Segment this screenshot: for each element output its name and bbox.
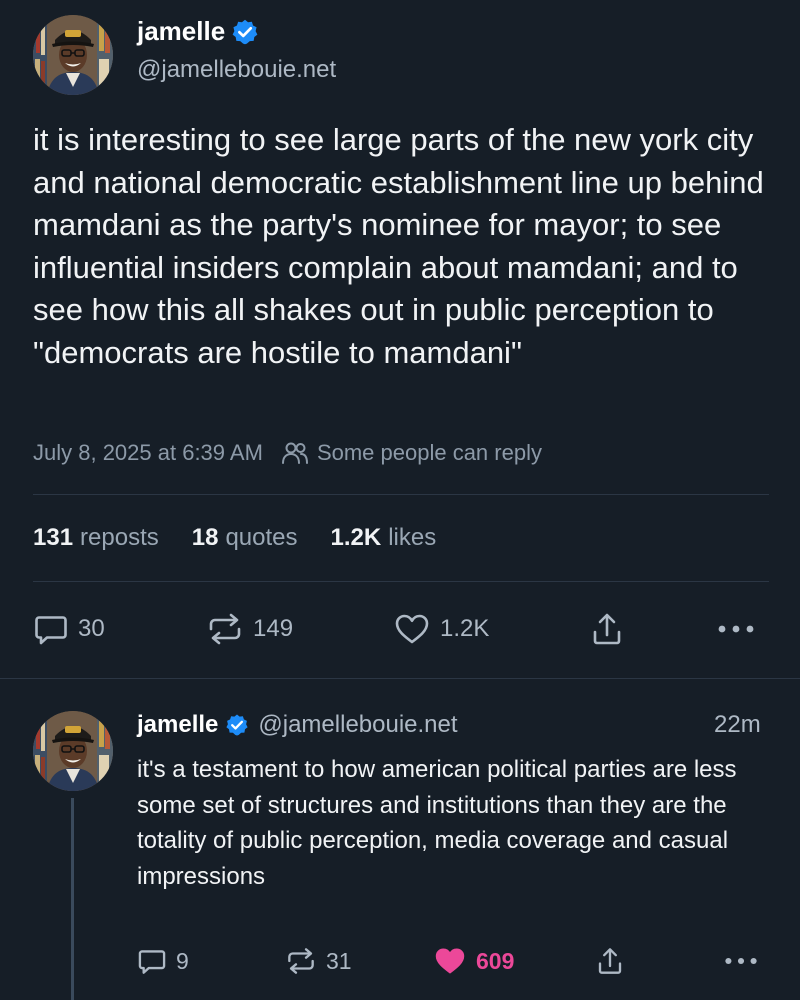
reply-reply-count: 9 <box>176 947 189 974</box>
reply-action-bar: 9 31 609 <box>137 942 773 980</box>
post-meta: July 8, 2025 at 6:39 AM Some people can … <box>33 440 542 466</box>
thread-connector-line <box>71 798 74 1000</box>
share-button[interactable] <box>589 606 625 652</box>
repost-arrows-icon <box>209 613 241 645</box>
divider <box>33 494 769 495</box>
author-handle[interactable]: @jamellebouie.net <box>137 56 336 84</box>
likes-count: 1.2K <box>330 524 382 551</box>
share-icon <box>593 613 621 645</box>
more-dots-icon <box>718 625 754 633</box>
quotes-label: quotes <box>225 524 298 551</box>
more-options-button[interactable] <box>716 606 756 652</box>
reply-count: 30 <box>78 615 105 642</box>
verified-badge-icon[interactable] <box>231 17 259 46</box>
post-text: it is interesting to see large parts of … <box>33 122 764 370</box>
speech-bubble-icon <box>138 950 166 974</box>
repost-count: 149 <box>253 615 294 642</box>
author-name[interactable]: jamelle <box>137 16 225 47</box>
reply-author-name[interactable]: jamelle <box>137 711 218 739</box>
author-name-row[interactable]: jamelle <box>137 16 259 47</box>
more-dots-icon <box>725 957 757 965</box>
reply-header: jamelle @jamellebouie.net <box>137 711 458 739</box>
engagement-stats: 131 reposts 18 quotes 1.2K likes <box>33 524 469 552</box>
people-icon <box>281 442 308 464</box>
reply-repost-count: 31 <box>326 947 352 974</box>
reposts-stat[interactable]: 131 reposts <box>33 524 159 552</box>
reply-timestamp[interactable]: 22m <box>714 711 761 739</box>
reply-button[interactable]: 30 <box>33 606 105 652</box>
divider <box>33 581 769 582</box>
reply-setting[interactable]: Some people can reply <box>317 440 542 466</box>
verified-badge-icon[interactable] <box>225 713 250 737</box>
likes-stat[interactable]: 1.2K likes <box>331 524 437 552</box>
post-timestamp[interactable]: July 8, 2025 at 6:39 AM <box>33 440 263 466</box>
reply-author-avatar[interactable] <box>33 711 113 791</box>
reply-author-handle[interactable]: @jamellebouie.net <box>258 711 457 739</box>
author-avatar[interactable] <box>33 15 113 95</box>
repost-arrows-icon <box>288 948 314 974</box>
repost-button[interactable]: 149 <box>206 606 293 652</box>
post-action-bar: 30 149 1.2K <box>33 606 773 652</box>
like-button[interactable]: 1.2K <box>393 606 489 652</box>
reply-text: it's a testament to how american politic… <box>137 756 737 890</box>
reply-share-button[interactable] <box>595 942 625 980</box>
reply-reply-button[interactable]: 9 <box>137 942 189 980</box>
reposts-label: reposts <box>80 524 159 551</box>
quotes-count: 18 <box>191 524 219 551</box>
share-icon <box>598 948 622 974</box>
heart-icon <box>395 614 429 644</box>
quotes-stat[interactable]: 18 quotes <box>192 524 298 552</box>
reply-like-count: 609 <box>476 947 515 974</box>
speech-bubble-icon <box>35 616 67 645</box>
likes-label: likes <box>388 524 437 551</box>
reply-repost-button[interactable]: 31 <box>285 942 352 980</box>
heart-icon <box>435 948 465 974</box>
reply-like-button[interactable]: 609 <box>433 942 514 980</box>
reply-more-options-button[interactable] <box>723 942 759 980</box>
thread-divider <box>0 678 800 679</box>
reposts-count: 131 <box>33 524 74 551</box>
like-count: 1.2K <box>440 615 490 642</box>
